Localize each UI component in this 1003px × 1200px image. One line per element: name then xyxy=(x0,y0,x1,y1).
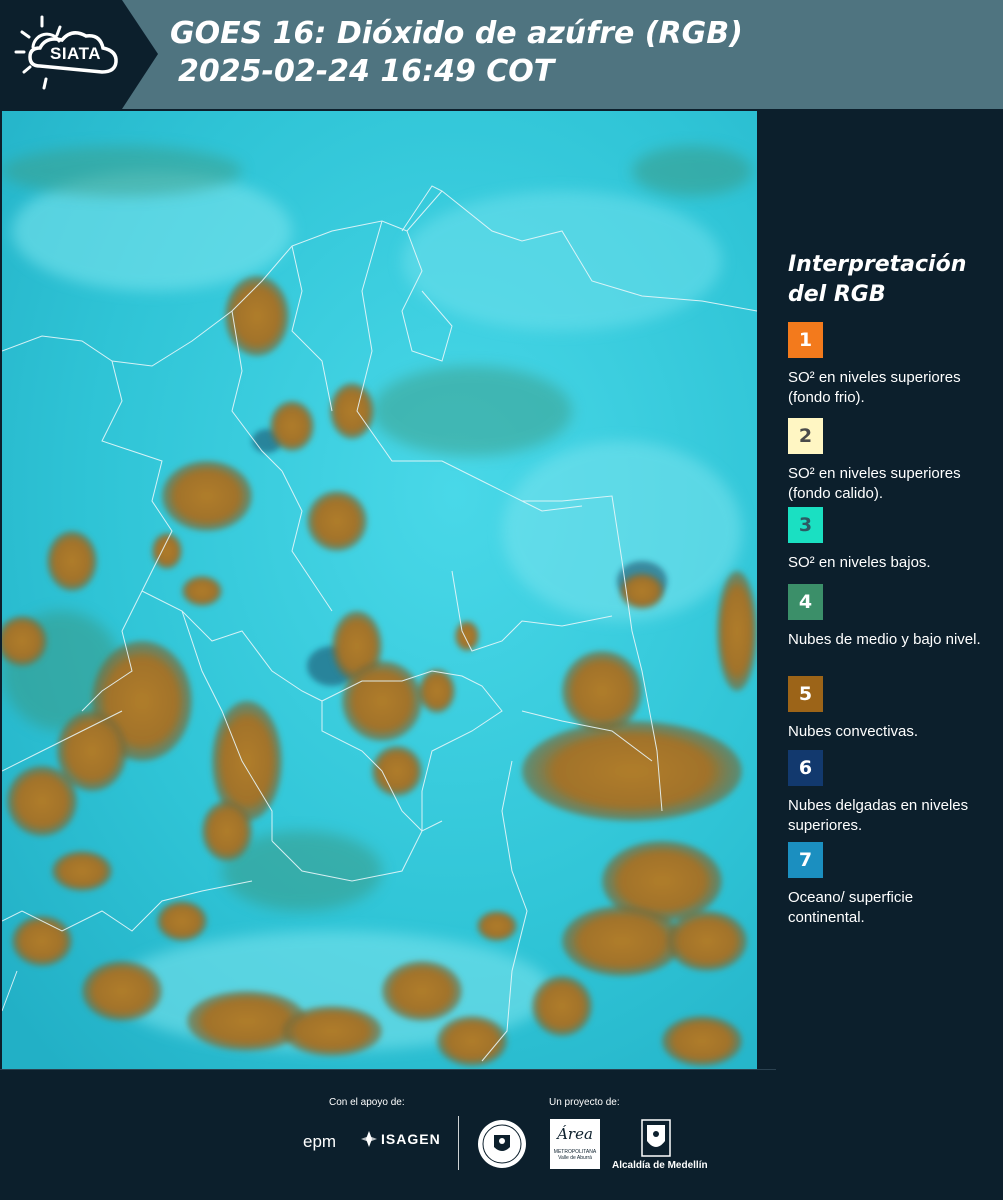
page-title: GOES 16: Dióxido de azúfre (RGB) xyxy=(170,16,743,51)
legend-label: Nubes de medio y bajo nivel. xyxy=(788,631,981,648)
isagen-logo: ISAGEN xyxy=(360,1130,441,1148)
project-label: Un proyecto de: xyxy=(549,1097,620,1108)
footer-divider xyxy=(0,1069,776,1070)
legend-label: Nubes delgadas en niveles superiores. xyxy=(788,797,969,834)
legend-label: Nubes convectivas. xyxy=(788,723,919,740)
legend-item-6: 6 Nubes delgadas en niveles superiores. xyxy=(788,750,988,836)
legend-label: Oceano/ superficie continental. xyxy=(788,889,914,926)
siata-logo: SIATA xyxy=(0,0,158,109)
legend-swatch: 1 xyxy=(788,322,823,358)
legend-swatch: 3 xyxy=(788,507,823,543)
legend-title: Interpretación del RGB xyxy=(788,250,988,310)
legend-swatch: 6 xyxy=(788,750,823,786)
area-logo-subtext2: Valle de Aburrá xyxy=(558,1155,592,1161)
legend-item-2: 2 SO² en niveles superiores (fondo calid… xyxy=(788,418,988,504)
page-timestamp: 2025-02-24 16:49 COT xyxy=(178,54,555,89)
legend-label: SO² en niveles superiores (fondo frio). xyxy=(788,369,961,406)
isagen-icon xyxy=(361,1131,377,1147)
legend-item-7: 7 Oceano/ superficie continental. xyxy=(788,842,988,928)
satellite-map xyxy=(2,111,757,1069)
legend-swatch: 5 xyxy=(788,676,823,712)
legend-item-1: 1 SO² en niveles superiores (fondo frio)… xyxy=(788,322,988,408)
siata-logo-text: SIATA xyxy=(50,44,101,63)
epm-logo: epm xyxy=(303,1132,337,1151)
legend-swatch: 4 xyxy=(788,584,823,620)
footer-separator xyxy=(458,1116,459,1170)
legend-swatch: 2 xyxy=(788,418,823,454)
legend-label: SO² en niveles bajos. xyxy=(788,554,931,571)
legend-title-line1: Interpretación xyxy=(788,252,967,277)
alcaldia-shield-icon xyxy=(641,1119,671,1162)
legend-swatch: 7 xyxy=(788,842,823,878)
area-metropolitana-logo: Área METROPOLITANA Valle de Aburrá xyxy=(550,1119,600,1169)
alcaldia-logo-text: Alcaldía de Medellín xyxy=(612,1160,708,1171)
medellin-seal-icon xyxy=(477,1119,527,1174)
legend-label: SO² en niveles superiores (fondo calido)… xyxy=(788,465,961,502)
isagen-logo-text: ISAGEN xyxy=(381,1131,441,1147)
legend-item-4: 4 Nubes de medio y bajo nivel. xyxy=(788,584,988,650)
area-logo-text: Área xyxy=(557,1125,593,1143)
legend-title-line2: del RGB xyxy=(788,282,886,307)
legend-item-5: 5 Nubes convectivas. xyxy=(788,676,988,742)
support-label: Con el apoyo de: xyxy=(329,1097,405,1108)
legend-item-3: 3 SO² en niveles bajos. xyxy=(788,507,988,573)
